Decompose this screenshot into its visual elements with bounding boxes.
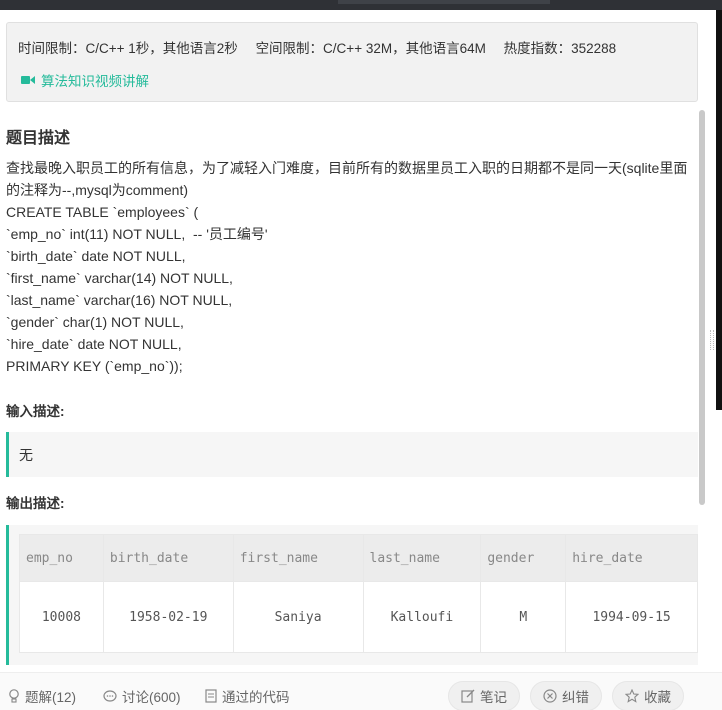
solutions-label: 题解(12) [25, 690, 77, 705]
passed-code-link[interactable]: 通过的代码 [205, 686, 290, 706]
video-camera-icon [21, 75, 35, 85]
table-cell: 1958-02-19 [102, 581, 234, 653]
sql-line: `hire_date` date NOT NULL, [6, 336, 182, 352]
chat-bubble-icon [103, 689, 117, 702]
table-cell: 10008 [19, 581, 104, 653]
table-header-cell: emp_no [19, 534, 104, 582]
notes-label: 笔记 [480, 690, 507, 705]
table-header-cell: birth_date [102, 534, 234, 582]
sql-line: `last_name` varchar(16) NOT NULL, [6, 292, 233, 308]
discussion-link[interactable]: 讨论(600) [103, 686, 181, 706]
heat-index: 热度指数：352288 [503, 41, 617, 56]
space-limit: 空间限制：C/C++ 32M，其他语言64M [255, 41, 486, 56]
input-block: 无 [6, 432, 698, 477]
problem-description: 查找最晚入职员工的所有信息，为了减轻入门难度，目前所有的数据里员工入职的日期都不… [6, 157, 696, 377]
video-link-label: 算法知识视频讲解 [41, 74, 149, 89]
table-cell: 1994-09-15 [565, 581, 698, 653]
favorite-label: 收藏 [644, 690, 671, 705]
error-circle-icon [543, 689, 557, 703]
table-header-cell: hire_date [565, 534, 698, 582]
code-file-icon [205, 689, 217, 703]
table-header-cell: first_name [232, 534, 364, 582]
sql-line: `emp_no` int(11) NOT NULL, -- '员工编号' [6, 226, 268, 242]
output-label: 输出描述: [6, 496, 65, 511]
video-explanation-link[interactable]: 算法知识视频讲解 [21, 70, 149, 90]
output-block: emp_no birth_date first_name last_name g… [6, 525, 698, 665]
solutions-link[interactable]: 题解(12) [8, 686, 76, 706]
favorite-button[interactable]: 收藏 [612, 681, 684, 710]
scrollbar-thumb[interactable] [699, 110, 705, 505]
lightbulb-icon [9, 689, 19, 703]
limits-box: 时间限制：C/C++ 1秒，其他语言2秒 空间限制：C/C++ 32M，其他语言… [6, 22, 698, 102]
panel-resize-handle[interactable] [710, 330, 714, 350]
table-header-row: emp_no birth_date first_name last_name g… [19, 534, 698, 582]
active-tab-indicator [338, 0, 550, 4]
table-header-cell: gender [480, 534, 567, 582]
table-row: 10008 1958-02-19 Saniya Kalloufi M 1994-… [19, 581, 698, 653]
bottom-toolbar: 题解(12) 讨论(600) 通过的代码 笔记 纠错 收藏 [0, 672, 722, 710]
sql-line: `first_name` varchar(14) NOT NULL, [6, 270, 233, 286]
discussion-label: 讨论(600) [122, 690, 181, 705]
output-table: emp_no birth_date first_name last_name g… [19, 534, 698, 653]
notes-button[interactable]: 笔记 [448, 681, 520, 710]
report-error-label: 纠错 [562, 690, 589, 705]
edit-note-icon [461, 689, 475, 703]
table-cell: M [480, 581, 567, 653]
sql-line: `gender` char(1) NOT NULL, [6, 314, 184, 330]
table-cell: Saniya [232, 581, 364, 653]
report-error-button[interactable]: 纠错 [530, 681, 602, 710]
passed-code-label: 通过的代码 [222, 690, 290, 705]
table-cell: Kalloufi [362, 581, 482, 653]
problem-title: 题目描述 [6, 130, 71, 147]
sql-line: PRIMARY KEY (`emp_no`)); [6, 358, 183, 374]
star-icon [625, 689, 639, 703]
limits-line: 时间限制：C/C++ 1秒，其他语言2秒 空间限制：C/C++ 32M，其他语言… [18, 37, 630, 57]
problem-intro: 查找最晚入职员工的所有信息，为了减轻入门难度，目前所有的数据里员工入职的日期都不… [6, 160, 688, 198]
time-limit: 时间限制：C/C++ 1秒，其他语言2秒 [18, 41, 238, 56]
right-panel-edge [716, 10, 722, 410]
input-label: 输入描述: [6, 404, 65, 419]
sql-line: CREATE TABLE `employees` ( [6, 204, 199, 220]
sql-line: `birth_date` date NOT NULL, [6, 248, 186, 264]
table-header-cell: last_name [362, 534, 482, 582]
browser-top-bar [0, 0, 722, 10]
input-value: 无 [19, 447, 33, 463]
